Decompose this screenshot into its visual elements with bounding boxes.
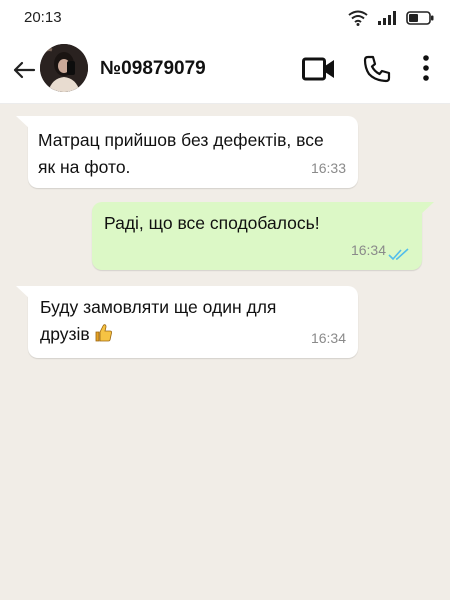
message-text-wrap: Буду замовляти ще один для друзів: [40, 294, 330, 348]
bubble-tail: [16, 286, 30, 299]
avatar-image: [40, 44, 88, 92]
contact-name[interactable]: №09879079: [100, 58, 206, 80]
back-arrow-icon[interactable]: [10, 56, 38, 84]
battery-icon: [406, 11, 434, 25]
chat-header: №09879079: [0, 36, 450, 104]
signal-icon: [378, 11, 396, 25]
video-call-icon[interactable]: [302, 56, 336, 82]
phone-call-icon[interactable]: [362, 54, 392, 84]
more-options-icon[interactable]: [418, 52, 434, 84]
message-text: Буду замовляти ще один для друзів: [40, 297, 277, 344]
status-time: 20:13: [24, 9, 62, 26]
message-bubble-outgoing[interactable]: Раді, що все сподобалось! 16:34: [92, 202, 434, 270]
message-time: 16:33: [310, 160, 346, 176]
thumbs-up-icon: [95, 324, 112, 342]
wifi-icon: [348, 10, 368, 26]
message-bubble-incoming[interactable]: Матрац прийшов без дефектів, все як на ф…: [16, 116, 358, 188]
read-receipt-icon: [388, 248, 409, 261]
status-icons: [348, 10, 434, 26]
bubble-tail: [16, 116, 30, 129]
message-time: 16:34: [350, 242, 386, 258]
message-text: Раді, що все сподобалось!: [104, 213, 320, 233]
chat-area[interactable]: Матрац прийшов без дефектів, все як на ф…: [0, 104, 450, 600]
bubble-tail: [420, 202, 434, 215]
message-time: 16:34: [310, 330, 346, 346]
message-text: Матрац прийшов без дефектів, все як на ф…: [38, 130, 324, 177]
status-bar: 20:13: [0, 0, 450, 36]
message-bubble-incoming[interactable]: Буду замовляти ще один для друзів 16:34: [16, 286, 358, 358]
contact-avatar[interactable]: [40, 44, 88, 92]
